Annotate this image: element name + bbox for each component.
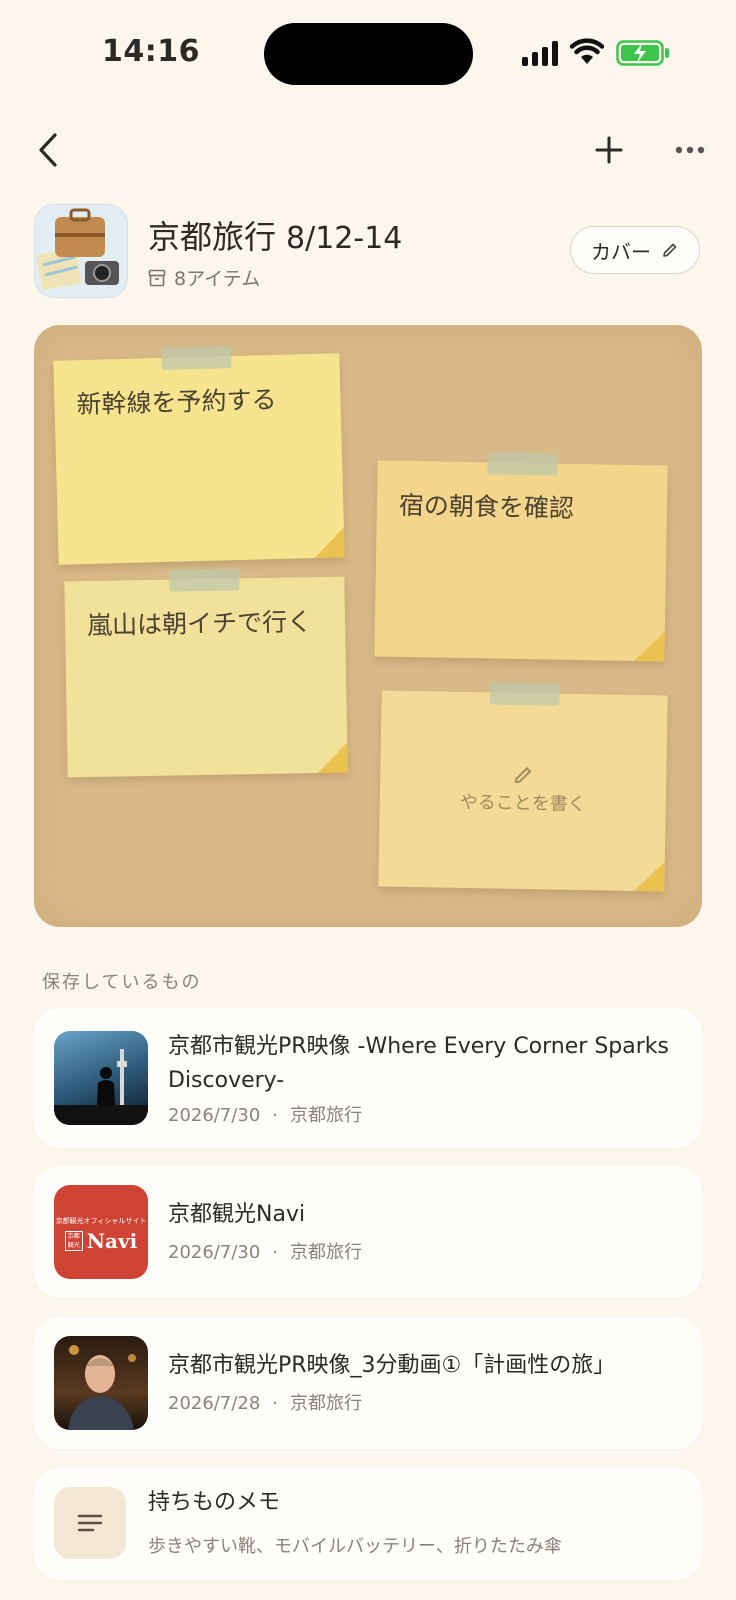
sticky-note-board: 新幹線を予約する 宿の朝食を確認 嵐山は朝イチで行く やることを書く (34, 325, 702, 927)
tape (487, 452, 558, 476)
memo-icon-box (54, 1487, 126, 1559)
tape (489, 682, 560, 706)
item-count: 8アイテム (148, 264, 260, 291)
saved-item-date: 2026/7/28 (168, 1393, 261, 1414)
saved-item-folder: 京都旅行 (290, 1105, 363, 1126)
wifi-icon (569, 38, 605, 66)
saved-item-title: 京都市観光PR映像_3分動画①「計画性の旅」 (168, 1353, 616, 1378)
saved-item-date: 2026/7/30 (168, 1105, 261, 1126)
item-count-label: 8アイテム (174, 268, 261, 290)
pencil-icon (663, 243, 677, 257)
section-heading: 保存しているもの (42, 972, 202, 993)
page-title: 京都旅行 8/12-14 (148, 212, 402, 258)
sticky-note-text: 新幹線を予約する (76, 384, 277, 420)
page-curl (313, 527, 345, 559)
plus-icon (595, 136, 623, 164)
back-button[interactable] (26, 128, 70, 172)
logo-wordmark: Navi (86, 1229, 138, 1253)
memo-title: 持ちものメモ (148, 1490, 281, 1515)
saved-item-meta: 2026/7/30 · 京都旅行 (168, 1242, 363, 1263)
saved-item-card[interactable]: 京都市観光PR映像 -Where Every Corner Sparks Dis… (34, 1008, 702, 1148)
tape (161, 346, 232, 370)
add-note-label: やることを書く (459, 791, 586, 816)
text-lines-icon (77, 1514, 103, 1532)
page-curl (634, 860, 665, 892)
collection-cover-image (34, 204, 128, 298)
memo-card[interactable]: 持ちものメモ 歩きやすい靴、モバイルバッテリー、折りたたみ傘 (34, 1468, 702, 1580)
saved-item-folder: 京都旅行 (290, 1393, 363, 1414)
saved-item-date: 2026/7/30 (168, 1242, 261, 1263)
sticky-note[interactable]: 新幹線を予約する (53, 346, 345, 565)
saved-item-folder: 京都旅行 (290, 1242, 363, 1263)
archive-box-icon (148, 269, 166, 286)
saved-item-card[interactable]: 京都市観光PR映像_3分動画①「計画性の旅」 2026/7/28 · 京都旅行 (34, 1317, 702, 1449)
saved-item-title: 京都観光Navi (168, 1202, 306, 1227)
collection-name: 京都旅行 (148, 218, 277, 256)
cellular-signal-icon (522, 40, 560, 66)
cover-button[interactable]: カバー (570, 226, 700, 274)
battery-charging-icon (616, 40, 670, 66)
add-button[interactable] (587, 128, 631, 172)
video-thumbnail (54, 1336, 148, 1430)
tape (169, 568, 240, 592)
video-thumbnail (54, 1031, 148, 1125)
more-dots-icon (675, 146, 705, 154)
pencil-icon (514, 767, 532, 784)
sticky-note-text: 嵐山は朝イチで行く (86, 607, 313, 641)
saved-item-title: 京都市観光PR映像 -Where Every Corner Sparks Dis… (168, 1034, 669, 1093)
page-curl (317, 742, 348, 774)
saved-item-meta: 2026/7/30 · 京都旅行 (168, 1105, 363, 1126)
collection-date: 8/12-14 (286, 221, 403, 256)
saved-item-card[interactable]: 京都観光オフィシャルサイト 京都観光 Navi 京都観光Navi 2026/7/… (34, 1166, 702, 1298)
saved-item-meta: 2026/7/28 · 京都旅行 (168, 1393, 363, 1414)
sticky-note[interactable]: 嵐山は朝イチで行く (64, 568, 348, 778)
memo-body: 歩きやすい靴、モバイルバッテリー、折りたたみ傘 (148, 1536, 562, 1557)
dynamic-island (264, 23, 473, 85)
chevron-left-icon (39, 133, 57, 167)
sticky-note-text: 宿の朝食を確認 (398, 490, 575, 523)
more-button[interactable] (668, 128, 712, 172)
logo-caption: 京都観光オフィシャルサイト (55, 1217, 147, 1225)
add-note-button[interactable]: やることを書く (378, 682, 668, 892)
sticky-note[interactable]: 宿の朝食を確認 (374, 452, 668, 662)
cover-button-label: カバー (591, 239, 651, 264)
page-curl (634, 630, 665, 662)
logo-badge: 京都観光 (64, 1231, 83, 1251)
navi-logo-thumbnail: 京都観光オフィシャルサイト 京都観光 Navi (54, 1185, 148, 1279)
status-time: 14:16 (102, 34, 200, 69)
